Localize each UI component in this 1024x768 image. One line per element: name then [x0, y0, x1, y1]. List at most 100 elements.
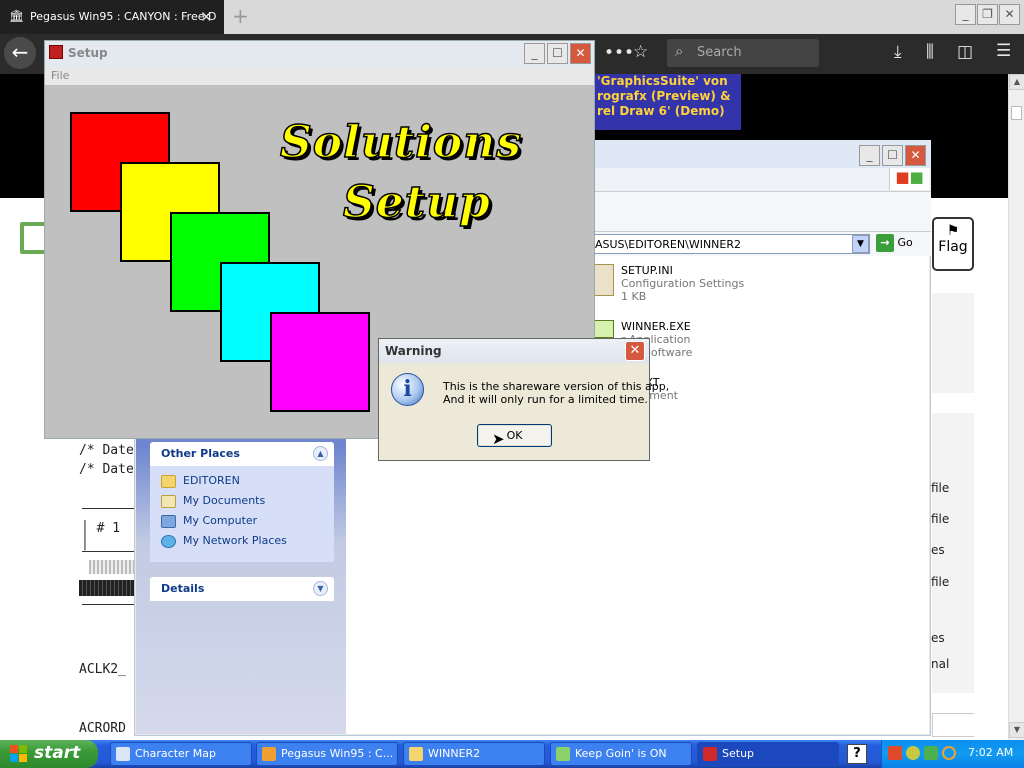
setup-close-button[interactable]: ✕ — [570, 43, 591, 64]
setup-maximize-button[interactable]: ☐ — [547, 43, 568, 64]
task-label: Keep Goin' is ON — [575, 747, 667, 760]
chevron-up-icon[interactable]: ▲ — [313, 446, 328, 461]
browser-minimize-button[interactable]: _ — [955, 4, 976, 25]
task-label: Pegasus Win95 : C... — [281, 747, 394, 760]
explorer-maximize-button[interactable]: ☐ — [882, 145, 903, 166]
file-size: 1 KB — [621, 290, 647, 303]
scroll-thumb[interactable] — [1011, 106, 1022, 120]
banner-line: rel Draw 6' (Demo) — [597, 104, 725, 118]
side-label: nal — [931, 657, 950, 671]
side-label: file — [931, 575, 950, 589]
file-name-text: ACLK2_ — [79, 662, 126, 677]
setup-app-icon — [703, 747, 717, 761]
help-button[interactable]: ? — [847, 744, 867, 764]
taskbar-clock[interactable]: 7:02 AM — [968, 746, 1013, 759]
chevron-down-icon[interactable]: ▼ — [313, 581, 328, 596]
side-label: es — [931, 543, 945, 557]
place-label: My Computer — [183, 514, 258, 527]
file-name: WINNER.EXE — [621, 320, 691, 333]
warning-close-button[interactable]: ✕ — [625, 341, 645, 361]
task-keep-goin[interactable]: Keep Goin' is ON — [550, 742, 692, 766]
browser-search-input[interactable]: Search — [667, 39, 819, 67]
warning-title: Warning — [385, 344, 442, 358]
tray-app-icon[interactable] — [888, 746, 902, 760]
go-label: Go — [897, 236, 913, 249]
bookmark-star-icon[interactable]: ☆ — [633, 42, 648, 62]
place-network[interactable]: My Network Places — [161, 534, 334, 554]
file-name-text: ACRORD — [79, 721, 126, 736]
logo-line-setup: Setup — [342, 176, 491, 229]
browser-close-button[interactable]: ✕ — [999, 4, 1020, 25]
page-scrollbar[interactable]: ▲ ▼ — [1008, 74, 1024, 740]
place-editoren[interactable]: EDITOREN — [161, 474, 334, 494]
go-button[interactable]: → Go — [876, 234, 926, 254]
info-icon: i — [391, 373, 424, 406]
browser-tab-active[interactable]: Pegasus Win95 : CANYON : Free D — [0, 0, 224, 34]
task-setup[interactable]: Setup — [697, 742, 839, 766]
tray-search-icon[interactable] — [942, 746, 956, 760]
setup-app-icon — [49, 45, 63, 59]
library-icon[interactable]: ⫼ — [926, 42, 934, 62]
download-icon[interactable]: ⤓ — [894, 42, 902, 62]
other-places-title: Other Places — [161, 447, 240, 460]
other-places-list: EDITOREN My Documents My Computer My Net… — [150, 466, 334, 562]
scroll-up-icon[interactable]: ▲ — [1009, 74, 1024, 90]
banner-line: rografx (Preview) & — [597, 89, 731, 103]
more-icon[interactable]: ••• — [604, 43, 634, 63]
mouse-cursor-icon: ➤ — [492, 430, 505, 448]
browser-restore-button[interactable]: ❐ — [977, 4, 998, 25]
ascii-table: │ # 1 │ — [79, 508, 135, 608]
logo-line-solutions: Solutions — [279, 116, 522, 169]
tray-security-icon[interactable] — [924, 746, 938, 760]
folder-icon — [161, 474, 176, 488]
place-label: EDITOREN — [183, 474, 240, 487]
tray-network-icon[interactable] — [906, 746, 920, 760]
setup-file-menu[interactable]: File — [51, 69, 69, 82]
back-arrow-icon[interactable]: ← — [4, 37, 36, 69]
other-places-header[interactable]: Other Places ▲ — [150, 442, 334, 466]
side-panel — [932, 293, 974, 393]
task-label: Setup — [722, 747, 755, 760]
application-icon — [592, 320, 614, 338]
ok-button[interactable]: OK — [477, 424, 552, 447]
place-my-documents[interactable]: My Documents — [161, 494, 334, 514]
my-documents-icon — [161, 494, 176, 508]
new-tab-button[interactable]: + — [232, 4, 249, 28]
file-item[interactable]: SETUP.INI Configuration Settings 1 KB — [592, 264, 924, 303]
file-name: SETUP.INI — [621, 264, 673, 277]
go-arrow-icon: → — [876, 234, 894, 252]
chevron-down-icon[interactable]: ▼ — [852, 235, 869, 253]
promo-banner[interactable]: 'GraphicsSuite' von rografx (Preview) & … — [595, 74, 741, 130]
tab-title: Pegasus Win95 : CANYON : Free D — [30, 10, 217, 23]
side-label: es — [931, 631, 945, 645]
sidebar-icon[interactable]: ◫ — [957, 42, 973, 62]
network-places-icon — [161, 534, 176, 548]
file-type: Configuration Settings — [621, 277, 745, 290]
scroll-down-icon[interactable]: ▼ — [1009, 722, 1024, 738]
setup-title: Setup — [68, 46, 108, 60]
settings-file-icon — [592, 264, 614, 296]
details-header[interactable]: Details ▼ — [150, 577, 334, 601]
task-character-map[interactable]: Character Map — [110, 742, 252, 766]
tab-close-icon[interactable]: ✕ — [200, 8, 213, 26]
flag-button[interactable]: ⚑ Flag — [932, 217, 974, 271]
task-label: Character Map — [135, 747, 217, 760]
task-browser[interactable]: Pegasus Win95 : C... — [256, 742, 398, 766]
address-input[interactable]: ASUS\EDITOREN\WINNER2 — [594, 234, 870, 254]
menu-hamburger-icon[interactable]: ☰ — [996, 41, 1011, 61]
character-map-icon — [116, 747, 130, 761]
explorer-close-button[interactable]: ✕ — [905, 145, 926, 166]
banner-line: 'GraphicsSuite' von — [597, 74, 728, 88]
table-cell: # 1 — [96, 521, 121, 536]
side-label: file — [931, 512, 950, 526]
place-label: My Network Places — [183, 534, 287, 547]
setup-menu-bar — [45, 67, 594, 85]
place-my-computer[interactable]: My Computer — [161, 514, 334, 534]
setup-minimize-button[interactable]: _ — [524, 43, 545, 64]
keep-goin-icon — [556, 747, 570, 761]
windows-logo-icon: ■■ — [889, 168, 929, 190]
browser-icon — [262, 747, 276, 761]
task-winner2-folder[interactable]: WINNER2 — [403, 742, 545, 766]
explorer-minimize-button[interactable]: _ — [859, 145, 880, 166]
warning-message-line: This is the shareware version of this ap… — [443, 380, 670, 393]
